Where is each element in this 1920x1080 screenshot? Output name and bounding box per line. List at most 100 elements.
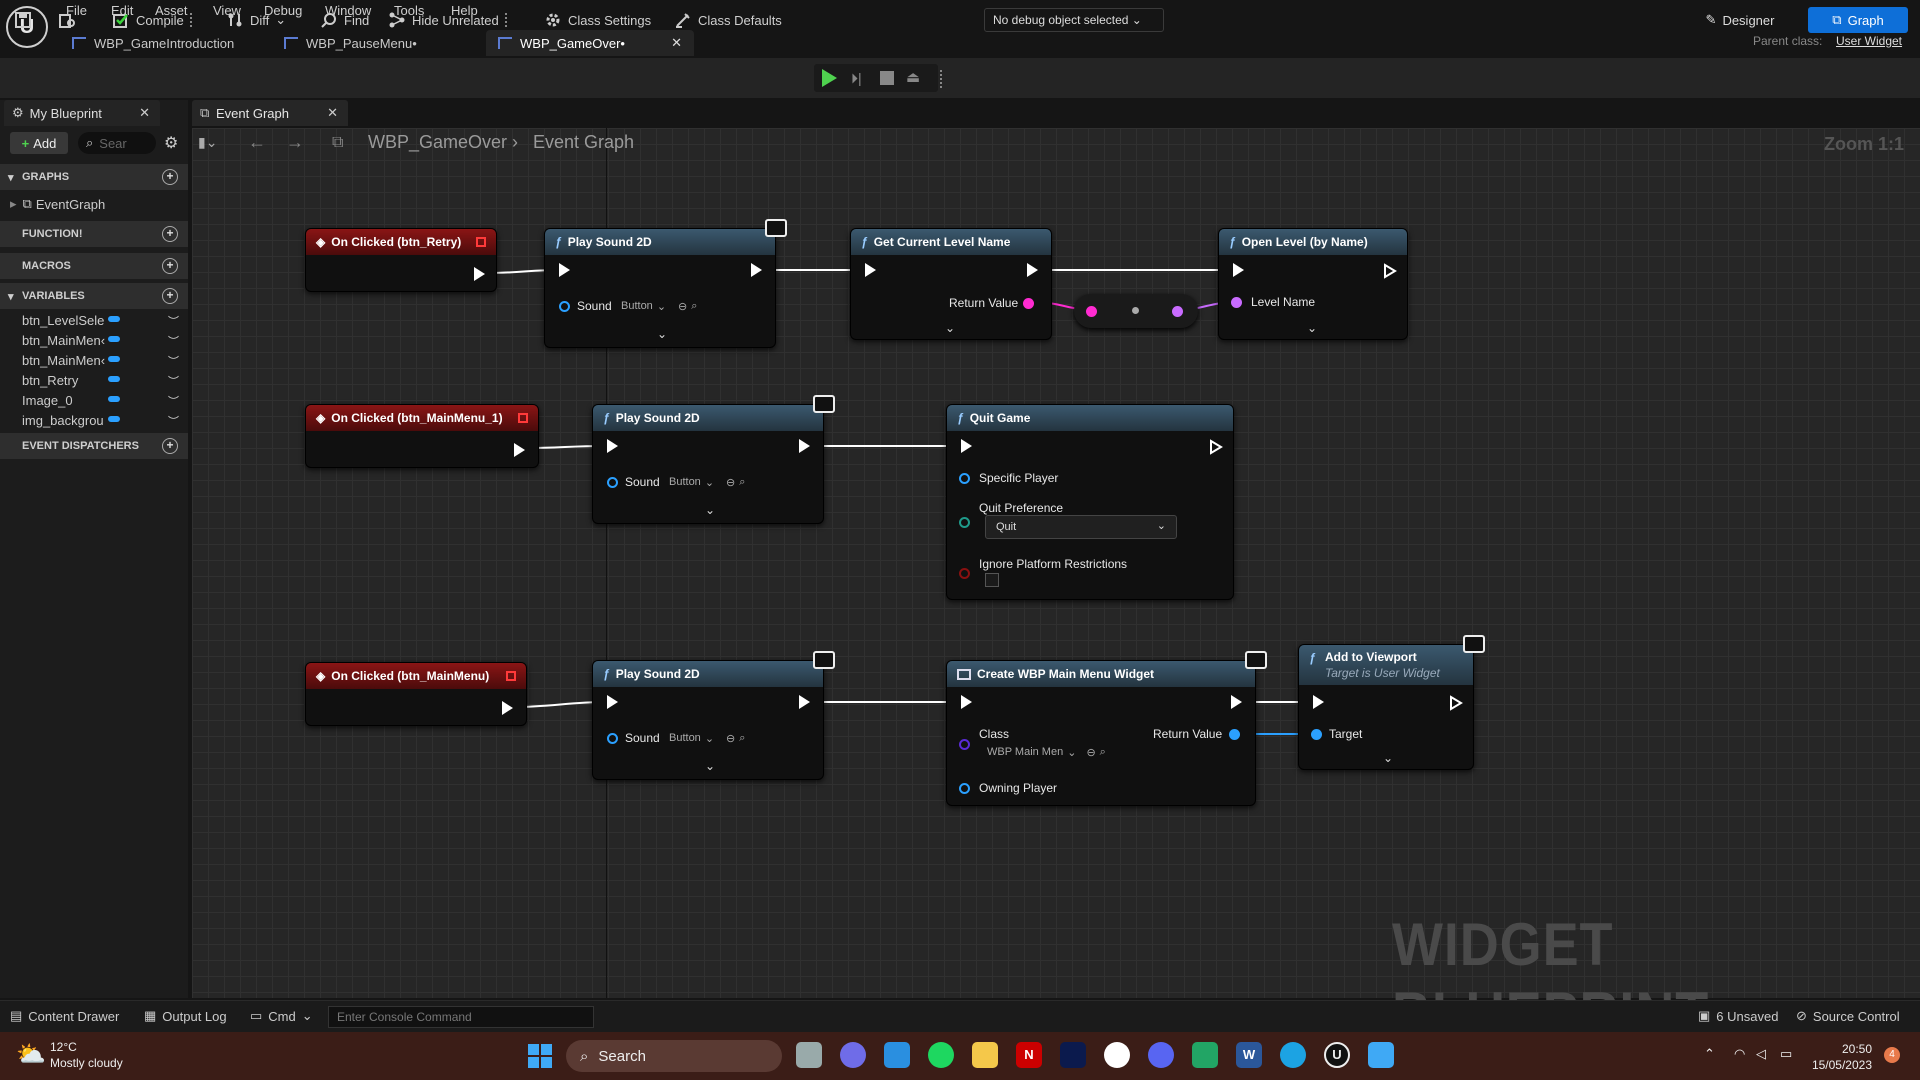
sound-asset-select[interactable]: Button ⌄ ⊖ ⌕: [669, 473, 745, 491]
sound-asset-select[interactable]: Button ⌄ ⊖ ⌕: [621, 297, 697, 315]
open-level-node[interactable]: ƒ Open Level (by Name) Level Name ⌄: [1218, 228, 1408, 340]
source-control-button[interactable]: ⊘ Source Control: [1796, 1008, 1900, 1024]
exec-in-pin[interactable]: [961, 695, 972, 709]
use-asset-icon[interactable]: ⊖: [678, 300, 687, 313]
quit-game-node[interactable]: ƒ Quit Game Specific Player Quit Preferen…: [946, 404, 1234, 600]
battery-icon[interactable]: ▭: [1780, 1046, 1792, 1062]
teams-icon[interactable]: [840, 1042, 866, 1068]
task-view-icon[interactable]: [796, 1042, 822, 1068]
event-node-mainmenu-1[interactable]: ◈ On Clicked (btn_MainMenu_1): [305, 404, 539, 468]
advanced-chevron-icon[interactable]: ⌄: [657, 327, 667, 341]
exec-out-pin[interactable]: [1231, 695, 1242, 709]
quit-preference-select[interactable]: Quit ⌄: [985, 515, 1177, 539]
play-sound-node[interactable]: ƒ Play Sound 2D Sound Button ⌄ ⊖ ⌕ ⌄: [544, 219, 787, 348]
netflix-icon[interactable]: N: [1016, 1042, 1042, 1068]
add-to-viewport-node[interactable]: ƒ Add to Viewport Target is User Widget Ta…: [1298, 635, 1485, 770]
string-output-pin[interactable]: [1023, 298, 1034, 309]
sound-pin[interactable]: [559, 301, 570, 312]
quit-preference-pin[interactable]: [959, 517, 970, 528]
exec-in-pin[interactable]: [559, 263, 570, 277]
speaker-icon[interactable]: ◁: [1756, 1046, 1766, 1062]
taskbar-search[interactable]: ⌕ Search: [566, 1040, 782, 1072]
exec-in-pin[interactable]: [1313, 695, 1324, 709]
event-node-retry[interactable]: ◈ On Clicked (btn_Retry): [305, 228, 497, 292]
wifi-icon[interactable]: ◠: [1734, 1046, 1745, 1062]
search-icon[interactable]: ⌕: [739, 732, 745, 745]
ignore-platform-pin[interactable]: [959, 568, 970, 579]
word-icon[interactable]: W: [1236, 1042, 1262, 1068]
spotify-icon[interactable]: [928, 1042, 954, 1068]
advanced-chevron-icon[interactable]: ⌄: [1383, 751, 1393, 765]
advanced-chevron-icon[interactable]: ⌄: [1307, 321, 1317, 335]
clock-date[interactable]: 15/05/2023: [1808, 1058, 1872, 1072]
widget-output-pin[interactable]: [1229, 729, 1240, 740]
file-explorer-icon[interactable]: [972, 1042, 998, 1068]
unreal-engine-taskbar-icon[interactable]: U: [1324, 1042, 1350, 1068]
windows-start-icon[interactable]: [528, 1044, 552, 1068]
target-pin[interactable]: [1311, 729, 1322, 740]
delegate-pin-icon[interactable]: [518, 413, 528, 423]
search-icon[interactable]: ⌕: [739, 476, 745, 489]
unsaved-button[interactable]: ▣ 6 Unsaved: [1698, 1008, 1778, 1024]
weather-icon[interactable]: ⛅: [16, 1040, 46, 1069]
specific-player-pin[interactable]: [959, 473, 970, 484]
content-drawer-button[interactable]: ▤ Content Drawer: [10, 1008, 119, 1024]
use-asset-icon[interactable]: ⊖: [1086, 746, 1095, 759]
sheets-icon[interactable]: [1192, 1042, 1218, 1068]
sound-asset-select[interactable]: Button ⌄ ⊖ ⌕: [669, 729, 745, 747]
exec-in-pin[interactable]: [1233, 263, 1244, 277]
exec-out-pin[interactable]: [799, 695, 810, 709]
exec-out-pin[interactable]: [502, 701, 513, 715]
cortana-icon[interactable]: [1280, 1042, 1306, 1068]
exec-out-pin[interactable]: [1383, 263, 1397, 279]
exec-out-pin[interactable]: [1209, 439, 1223, 455]
use-asset-icon[interactable]: ⊖: [726, 732, 735, 745]
function-icon: ƒ: [957, 411, 964, 425]
sound-pin[interactable]: [607, 733, 618, 744]
exec-out-pin[interactable]: [514, 443, 525, 457]
ignore-platform-label: Ignore Platform Restrictions: [979, 557, 1128, 571]
owning-player-pin[interactable]: [959, 783, 970, 794]
level-name-pin[interactable]: [1231, 297, 1242, 308]
play-sound-node[interactable]: ƒ Play Sound 2D Sound Button ⌄ ⊖ ⌕ ⌄: [592, 651, 835, 780]
exec-in-pin[interactable]: [865, 263, 876, 277]
use-asset-icon[interactable]: ⊖: [726, 476, 735, 489]
sound-pin[interactable]: [607, 477, 618, 488]
clock-time[interactable]: 20:50: [1812, 1042, 1872, 1056]
delegate-pin-icon[interactable]: [476, 237, 486, 247]
advanced-chevron-icon[interactable]: ⌄: [705, 503, 715, 517]
exec-out-pin[interactable]: [1449, 695, 1463, 711]
string-to-name-conversion-node[interactable]: [1074, 294, 1198, 328]
exec-in-pin[interactable]: [961, 439, 972, 453]
chevron-up-icon[interactable]: ⌃: [1704, 1046, 1715, 1062]
output-log-button[interactable]: ▦ Output Log: [144, 1008, 227, 1024]
get-current-level-name-node[interactable]: ƒ Get Current Level Name Return Value ⌄: [850, 228, 1052, 340]
mail-icon[interactable]: [884, 1042, 910, 1068]
discord-icon[interactable]: [1148, 1042, 1174, 1068]
play-sound-node[interactable]: ƒ Play Sound 2D Sound Button ⌄ ⊖ ⌕ ⌄: [592, 395, 835, 524]
create-widget-node[interactable]: Create WBP Main Menu Widget Class WBP Ma…: [946, 651, 1267, 806]
chrome-icon[interactable]: [1104, 1042, 1130, 1068]
class-select[interactable]: WBP Main Men ⌄ ⊖ ⌕: [987, 743, 1106, 761]
disney-plus-icon[interactable]: [1060, 1042, 1086, 1068]
advanced-chevron-icon[interactable]: ⌄: [705, 759, 715, 773]
delegate-pin-icon[interactable]: [506, 671, 516, 681]
cmd-select[interactable]: ▭ Cmd ⌄: [250, 1008, 313, 1024]
console-input[interactable]: Enter Console Command: [328, 1006, 594, 1028]
event-node-mainmenu[interactable]: ◈ On Clicked (btn_MainMenu): [305, 662, 527, 726]
name-output-pin[interactable]: [1172, 306, 1183, 317]
notification-badge[interactable]: 4: [1884, 1047, 1900, 1063]
string-input-pin[interactable]: [1086, 306, 1097, 317]
search-icon[interactable]: ⌕: [1100, 746, 1106, 759]
advanced-chevron-icon[interactable]: ⌄: [945, 321, 955, 335]
photos-icon[interactable]: [1368, 1042, 1394, 1068]
class-pin[interactable]: [959, 739, 970, 750]
search-icon[interactable]: ⌕: [691, 300, 697, 313]
exec-out-pin[interactable]: [751, 263, 762, 277]
exec-out-pin[interactable]: [474, 267, 485, 281]
exec-out-pin[interactable]: [799, 439, 810, 453]
ignore-platform-checkbox[interactable]: [985, 573, 999, 587]
exec-in-pin[interactable]: [607, 695, 618, 709]
exec-out-pin[interactable]: [1027, 263, 1038, 277]
exec-in-pin[interactable]: [607, 439, 618, 453]
